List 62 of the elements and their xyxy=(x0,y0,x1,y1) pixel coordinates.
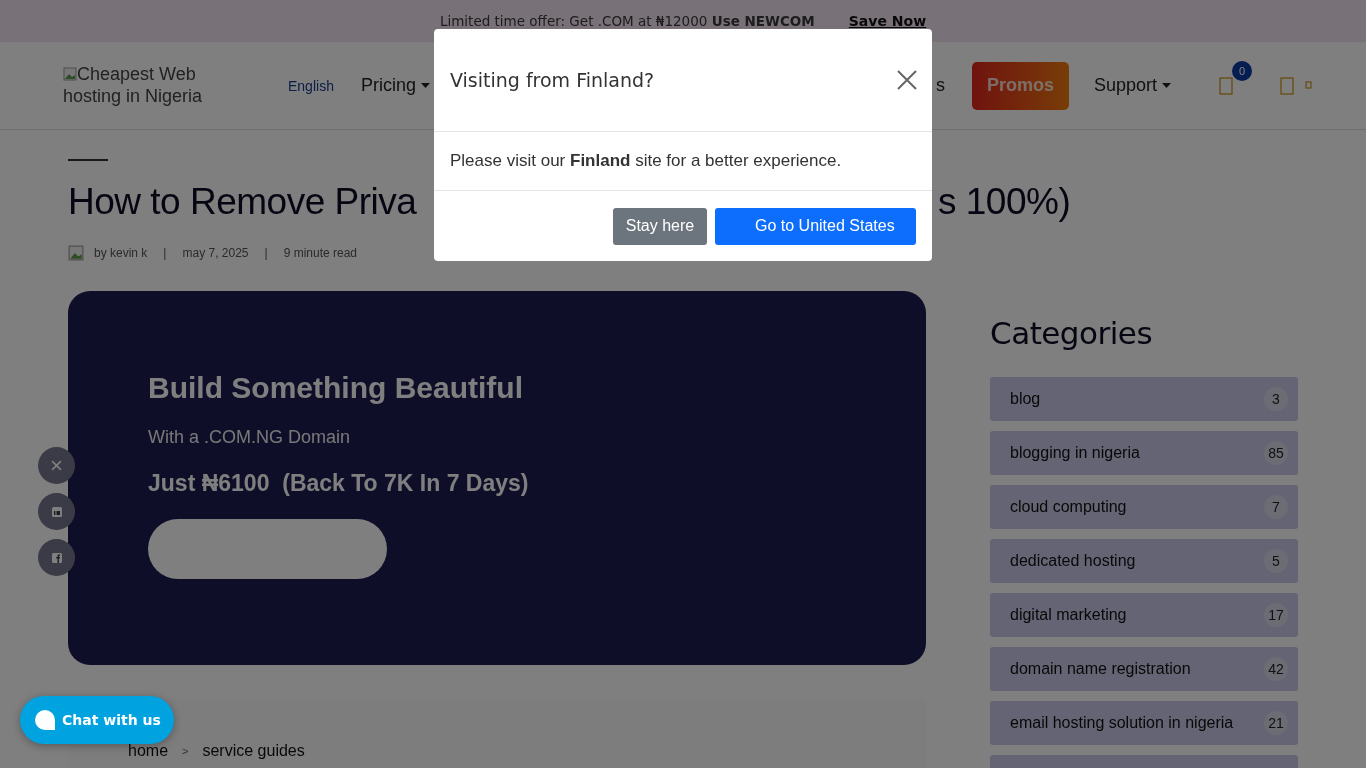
nav-dropdown[interactable]: Support xyxy=(1093,75,1171,96)
category-name: blog xyxy=(1010,390,1041,408)
linkedin-icon xyxy=(51,506,62,517)
broken-image-icon xyxy=(63,66,77,81)
category-count: 42 xyxy=(1264,657,1288,681)
category-name: email hosting solution in nigeria xyxy=(1010,714,1234,732)
category-item[interactable]: digital marketing 17 xyxy=(990,593,1298,637)
logo-alt-text[interactable]: Cheapest Web hosting in Nigeria xyxy=(63,62,208,109)
article-title: s 100%) xyxy=(938,181,1071,224)
share-button[interactable] xyxy=(38,447,75,484)
breadcrumb-item[interactable]: home xyxy=(128,742,169,768)
chat-bubble-icon xyxy=(34,709,56,731)
categories-heading: Categories xyxy=(990,315,1154,353)
caret-icon xyxy=(1162,83,1171,88)
meta-text: | xyxy=(163,246,167,260)
category-item[interactable]: blog 3 xyxy=(990,377,1298,421)
share-button[interactable] xyxy=(38,493,75,530)
author-avatar-icon xyxy=(68,245,84,261)
category-count: 21 xyxy=(1264,711,1288,735)
share-button[interactable] xyxy=(38,539,75,576)
meta-text: | xyxy=(264,246,268,260)
banner-price: Just ₦6100 (Back To 7K In 7 Days) xyxy=(148,470,529,497)
chat-button[interactable]: Chat with us xyxy=(20,696,174,744)
category-item[interactable]: domain name registration 42 xyxy=(990,647,1298,691)
category-count: 5 xyxy=(1264,549,1288,573)
x-logo-icon xyxy=(51,460,62,471)
category-name: cloud computing xyxy=(1010,498,1127,516)
save-now-link[interactable]: Save Now xyxy=(848,13,927,29)
banner-button[interactable] xyxy=(148,519,387,579)
nav-link[interactable]: s xyxy=(935,75,945,96)
banner-title: Build Something Beautiful xyxy=(148,371,523,405)
close-icon[interactable] xyxy=(897,70,917,90)
promo-text: Limited time offer: Get .COM at ₦12000 Use NEWCOM xyxy=(439,13,815,29)
nav-dropdown[interactable]: Pricing xyxy=(360,75,430,96)
category-item[interactable]: dedicated hosting 5 xyxy=(990,539,1298,583)
category-count: 7 xyxy=(1264,495,1288,519)
category-name: blogging in nigeria xyxy=(1010,444,1140,462)
cart-count-badge: 0 xyxy=(1232,60,1252,81)
dialog-message: Please visit our Finland site for a better experience. xyxy=(450,151,842,171)
category-item[interactable]: blogging in nigeria 85 xyxy=(990,431,1298,475)
facebook-icon xyxy=(51,552,62,563)
category-item[interactable]: cloud computing 7 xyxy=(990,485,1298,529)
category-item[interactable]: email hosting solution in nigeria 21 xyxy=(990,701,1298,745)
category-name: domain name registration xyxy=(1010,660,1191,678)
caret-icon xyxy=(420,83,430,88)
meta-text: may 7, 2025 xyxy=(182,246,249,260)
breadcrumb-item[interactable]: service guides xyxy=(202,742,305,768)
go-button[interactable]: Go to United States xyxy=(715,207,916,245)
category-name: digital marketing xyxy=(1010,606,1127,624)
meta-text: by kevin k xyxy=(94,246,148,260)
stay-button[interactable]: Stay here xyxy=(613,207,707,245)
breadcrumb-item: > xyxy=(182,745,189,759)
banner-subtitle: With a .COM.NG Domain xyxy=(148,427,351,448)
category-count: 3 xyxy=(1264,387,1288,411)
language-link[interactable]: English xyxy=(288,77,334,94)
dialog-title: Visiting from Finland? xyxy=(450,69,655,91)
meta-text: 9 minute read xyxy=(283,246,358,260)
category-count: 85 xyxy=(1264,441,1288,465)
category-name: dedicated hosting xyxy=(1010,552,1136,570)
promos-button[interactable]: Promos xyxy=(971,61,1069,110)
article-title: How to Remove Priva xyxy=(68,181,418,224)
category-count: 17 xyxy=(1264,603,1288,627)
